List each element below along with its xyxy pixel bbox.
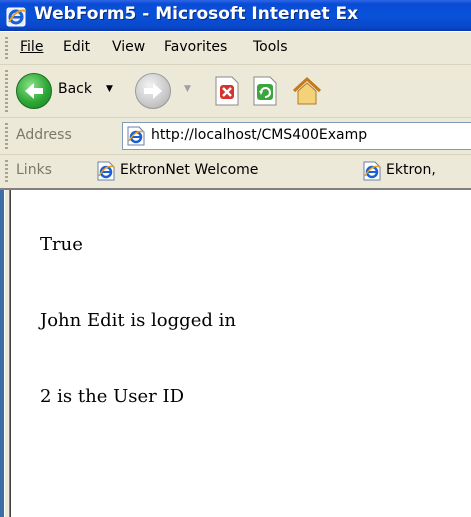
page-icon — [127, 126, 145, 146]
internet-explorer-icon — [6, 7, 27, 27]
title-bar[interactable]: WebForm5 - Microsoft Internet Ex — [0, 0, 471, 31]
address-bar: Address http://localhost/CMS400Examp — [0, 117, 471, 155]
status-line-true: True — [40, 234, 83, 255]
stop-icon[interactable] — [214, 76, 240, 106]
back-dropdown-icon[interactable]: ▼ — [106, 84, 113, 94]
back-arrow-icon — [16, 73, 52, 109]
window-frame-edge — [0, 190, 14, 517]
links-label: Links — [16, 162, 52, 178]
refresh-icon[interactable] — [252, 76, 278, 106]
home-icon[interactable] — [292, 76, 322, 106]
menu-file[interactable]: File — [20, 39, 43, 55]
status-line-logged-in: John Edit is logged in — [40, 310, 236, 331]
link-ektron[interactable]: Ektron, — [362, 160, 471, 182]
address-input[interactable]: http://localhost/CMS400Examp — [122, 122, 471, 150]
status-line-user-id: 2 is the User ID — [40, 386, 185, 407]
browser-window: WebForm5 - Microsoft Internet Ex File Ed… — [0, 0, 471, 517]
window-title: WebForm5 - Microsoft Internet Ex — [34, 4, 359, 24]
toolbar-grip[interactable] — [5, 123, 8, 149]
toolbar-grip[interactable] — [5, 37, 8, 59]
link-ektronnet-welcome[interactable]: EktronNet Welcome — [96, 160, 336, 182]
forward-button[interactable]: ▼ — [135, 72, 205, 110]
menu-bar: File Edit View Favorites Tools — [0, 31, 471, 65]
toolbar-grip[interactable] — [5, 160, 8, 183]
menu-tools[interactable]: Tools — [253, 39, 288, 55]
menu-edit[interactable]: Edit — [63, 39, 90, 55]
menu-view[interactable]: View — [112, 39, 145, 55]
back-button[interactable]: Back ▼ — [16, 72, 116, 110]
forward-arrow-icon — [135, 73, 171, 109]
standard-toolbar: Back ▼ ▼ — [0, 64, 471, 118]
page-content: True John Edit is logged in 2 is the Use… — [0, 190, 471, 517]
page-icon — [363, 161, 381, 181]
menu-favorites[interactable]: Favorites — [164, 39, 227, 55]
toolbar-grip[interactable] — [5, 70, 8, 112]
back-label: Back — [58, 81, 92, 97]
page-icon — [97, 161, 115, 181]
link-label: EktronNet Welcome — [120, 162, 259, 178]
forward-dropdown-icon[interactable]: ▼ — [184, 84, 191, 94]
address-url: http://localhost/CMS400Examp — [151, 127, 368, 143]
address-label: Address — [16, 127, 72, 143]
link-label: Ektron, — [386, 162, 436, 178]
links-bar: Links EktronNet Welcome Ektron, — [0, 154, 471, 189]
